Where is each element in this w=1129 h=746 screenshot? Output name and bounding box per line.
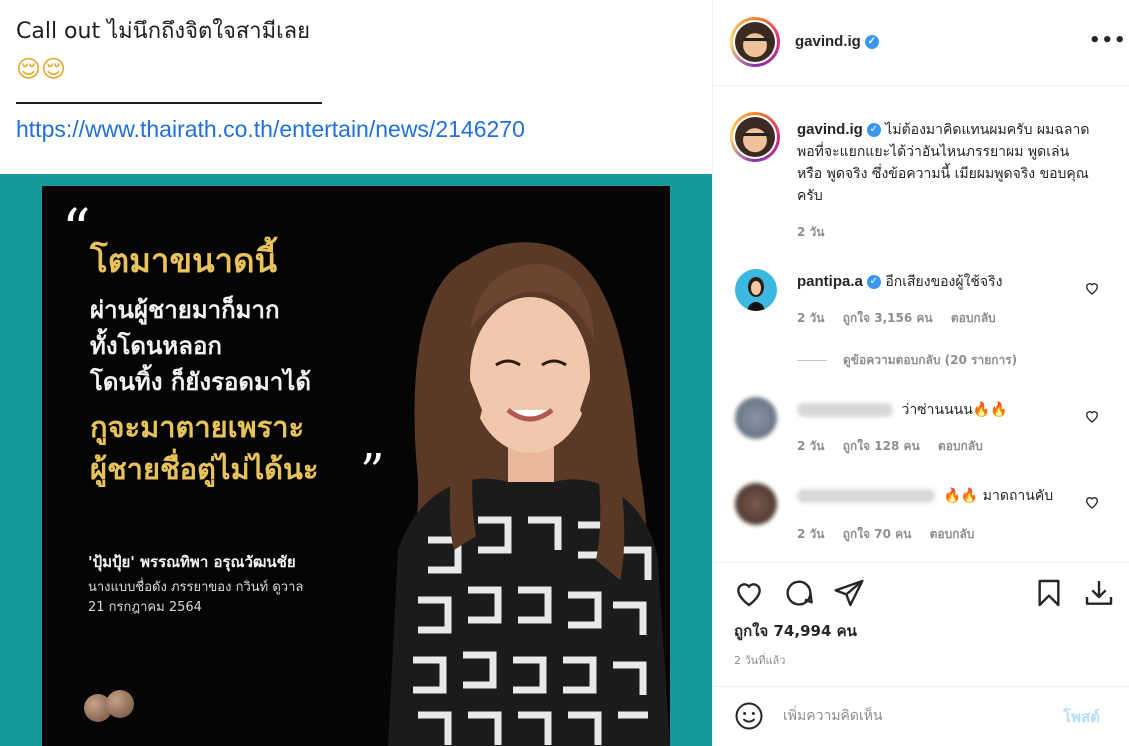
comment-username[interactable]: pantipa.a [797,273,863,290]
caption-text: Call out ไม่นึกถึงจิตใจสามีเลย [16,19,311,44]
caption-divider [16,102,322,104]
comment-body: 🔥🔥 มาดถานคับ [797,485,1097,507]
poster-subtitle: นางแบบชื่อดัง ภรรยาของ กวินท์ ดูวาล [88,580,304,595]
post-comment-button[interactable]: โพสต์ [1063,705,1100,729]
comment-composer: โพสต์ [713,686,1129,746]
comment-meta: 2 วัน ถูกใจ 70 คน ตอบกลับ [797,525,988,544]
blurred-username [797,489,935,503]
quote-poster: “ โตมาขนาดนี้ ผ่านผู้ชายมาก็มาก ทั้งโดนห… [42,186,670,746]
post-media-panel: Call out ไม่นึกถึงจิตใจสามีเลย 😌😌 https:… [0,0,712,746]
poster-date: 21 กรกฎาคม 2564 [88,600,202,615]
news-link[interactable]: https://www.thairath.co.th/entertain/new… [16,116,696,143]
comment-like-heart-icon[interactable] [1084,280,1100,296]
comment-body: pantipa.a ✓ อีกเสียงของผู้ใช้จริง [797,271,1097,293]
download-icon[interactable] [1083,577,1115,609]
comment-text: 🔥🔥 มาดถานคับ [943,488,1054,504]
poster-line-5: กูจะมาตายเพราะ [90,410,305,444]
view-replies-button[interactable]: ดูข้อความตอบกลับ (20 รายการ) [797,351,1017,370]
comment-meta: 2 วัน ถูกใจ 128 คน ตอบกลับ [797,437,997,456]
woman-photo [388,242,670,746]
comment-time: 2 วัน [797,527,825,541]
post-actions: ถูกใจ 74,994 คน 2 วันที่แล้ว [713,562,1129,686]
verified-badge-icon: ✓ [866,275,881,289]
comment-time: 2 วัน [797,439,825,453]
poster-line-6: ผู้ชายชื่อตู่ไม่ได้นะ [90,452,319,486]
reply-button[interactable]: ตอบกลับ [951,311,996,325]
publisher-logo-icon [84,686,144,730]
verified-badge-icon: ✓ [866,123,881,137]
quote-open-mark: “ [62,198,91,263]
comment-body: ว่าซ่านนนน🔥🔥 [797,399,1097,421]
poster-person-name: 'ปุ้มปุ้ย' พรรณทิพา อรุณวัฒนชัย [88,553,296,571]
poster-line-2: ผ่านผู้ชายมาก็มาก [90,296,280,324]
author-avatar[interactable] [730,17,780,67]
bookmark-icon[interactable] [1033,577,1065,609]
author-username-text[interactable]: gavind.ig [795,33,861,50]
reply-button[interactable]: ตอบกลับ [930,527,975,541]
share-icon[interactable] [833,577,865,609]
comment-like-heart-icon[interactable] [1084,494,1100,510]
verified-badge-icon: ✓ [864,35,879,50]
author-username[interactable]: gavind.ig ✓ [795,33,879,50]
comment-text: อีกเสียงของผู้ใช้จริง [885,274,1003,290]
reply-button[interactable]: ตอบกลับ [938,439,983,453]
embedded-caption: Call out ไม่นึกถึงจิตใจสามีเลย 😌😌 https:… [16,18,696,143]
comment-avatar[interactable] [735,269,777,311]
comment-input[interactable] [783,705,1053,727]
smiley-icon[interactable] [734,701,764,731]
comment-like-heart-icon[interactable] [1084,408,1100,424]
comment-likes[interactable]: ถูกใจ 128 คน [843,439,920,453]
post-header: gavind.ig ✓ ••• [713,0,1129,86]
poster-frame: “ โตมาขนาดนี้ ผ่านผู้ชายมาก็มาก ทั้งโดนห… [0,174,712,746]
likes-count[interactable]: ถูกใจ 74,994 คน [734,619,857,643]
comment-time: 2 วัน [797,311,825,325]
comment-username[interactable]: gavind.ig [797,121,863,138]
post-detail-panel: gavind.ig ✓ ••• gavind.ig ✓ ไม่ต้องมาคิดแท… [712,0,1129,746]
comment-meta: 2 วัน [797,223,838,242]
blurred-username [797,403,893,417]
comment-time: 2 วัน [797,225,825,239]
comment-likes[interactable]: ถูกใจ 70 คน [843,527,912,541]
heart-icon[interactable] [733,577,765,609]
comment-avatar[interactable] [730,112,780,162]
comment-text: ว่าซ่านนนน🔥🔥 [901,402,1008,418]
caption-emojis: 😌😌 [16,55,67,83]
comment-likes[interactable]: ถูกใจ 3,156 คน [843,311,933,325]
more-options-icon[interactable]: ••• [1089,30,1127,51]
post-timestamp: 2 วันที่แล้ว [734,654,786,667]
poster-line-4: โดนทิ้ง ก็ยังรอดมาได้ [90,368,311,396]
comments-list: gavind.ig ✓ ไม่ต้องมาคิดแทนผมครับ ผมฉลาดพ… [713,87,1129,561]
poster-line-1: โตมาขนาดนี้ [90,241,278,280]
poster-line-3: ทั้งโดนหลอก [90,332,222,360]
comment-avatar[interactable] [735,483,777,525]
comment-meta: 2 วัน ถูกใจ 3,156 คน ตอบกลับ [797,309,1010,328]
comment-body: gavind.ig ✓ ไม่ต้องมาคิดแทนผมครับ ผมฉลาดพ… [797,119,1097,207]
comment-icon[interactable] [783,577,815,609]
comment-avatar[interactable] [735,397,777,439]
view-replies-text[interactable]: ดูข้อความตอบกลับ (20 รายการ) [843,353,1017,367]
